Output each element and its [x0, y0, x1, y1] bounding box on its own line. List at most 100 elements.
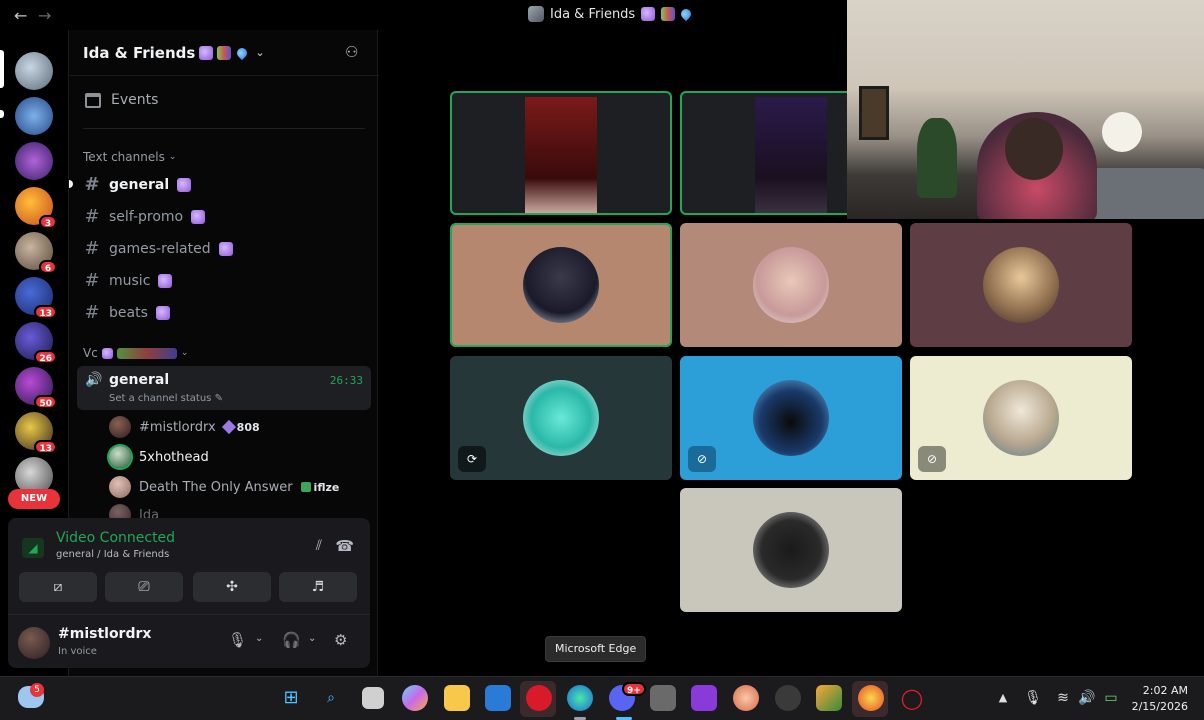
back-arrow-icon[interactable]: ← [14, 6, 27, 25]
channel-general[interactable]: # general [69, 174, 192, 195]
settings-gear-icon[interactable]: ⚙ [334, 631, 347, 649]
mention-badge: 6 [39, 260, 57, 274]
voice-channel-general[interactable]: 🔊 general 26:33 Set a channel status ✎ [77, 366, 371, 410]
chevron-up-icon[interactable]: ▲ [990, 685, 1016, 711]
channel-beats[interactable]: # beats [83, 302, 170, 323]
video-tile[interactable] [680, 488, 902, 612]
invite-people-icon[interactable]: ⚇ [345, 43, 365, 63]
person-head [1005, 118, 1063, 180]
call-timer: 26:33 [329, 374, 363, 387]
video-tile[interactable] [910, 223, 1132, 347]
video-tile[interactable] [450, 91, 672, 215]
opera-browser-icon[interactable]: ◯ [899, 685, 925, 711]
wall-picture [859, 86, 889, 140]
edge-icon[interactable] [567, 685, 593, 711]
volume-icon[interactable]: 🔊 [1074, 685, 1100, 711]
disconnect-icon[interactable]: ☎ [335, 537, 354, 555]
server-header[interactable]: Ida & Friends ⌄ [69, 30, 379, 76]
channel-games-related[interactable]: # games-related [83, 238, 233, 259]
camera-app-icon[interactable] [650, 685, 676, 711]
user-avatar[interactable] [18, 627, 50, 659]
video-tile[interactable]: ⟳ [450, 356, 672, 480]
video-tile[interactable]: ⊘ [680, 356, 902, 480]
voice-category[interactable]: Vc ⌄ [83, 346, 188, 360]
chevron-down-icon[interactable]: ⌄ [308, 633, 316, 644]
server-icon[interactable] [15, 52, 53, 90]
text-channels-category[interactable]: Text channels ⌄ [83, 150, 176, 164]
microphone-tray-icon[interactable]: 🎙 [1020, 685, 1046, 711]
clipchamp-icon[interactable] [691, 685, 717, 711]
video-tile[interactable] [450, 223, 672, 347]
server-name: Ida & Friends [83, 43, 196, 62]
calendar-icon [85, 92, 101, 108]
soundboard-icon: ♬ [311, 579, 325, 595]
events-item[interactable]: Events [85, 92, 158, 108]
outlook-icon[interactable] [485, 685, 511, 711]
app-icon[interactable] [733, 685, 759, 711]
chevron-down-icon[interactable]: ⌄ [255, 633, 263, 644]
camera-overlay[interactable] [847, 0, 1204, 219]
video-tile[interactable] [680, 223, 902, 347]
screen-share-icon: ⎚ [138, 579, 150, 595]
participant-avatar [753, 512, 829, 588]
voice-user-death-the-only-answer[interactable]: Death The Only Answer iflze [109, 476, 339, 498]
clock-time[interactable]: 2:02 AM [1130, 684, 1188, 697]
channel-status[interactable]: Set a channel status ✎ [109, 393, 223, 404]
clock-date[interactable]: 2/15/2026 [1126, 700, 1188, 713]
forward-arrow-icon[interactable]: → [38, 6, 51, 25]
server-icon[interactable]: 6 [15, 232, 57, 274]
server-icon[interactable] [15, 97, 53, 135]
server-icon[interactable]: 50 [15, 367, 57, 409]
server-icon[interactable]: 3 [15, 187, 57, 229]
server-icon[interactable]: 26 [15, 322, 57, 364]
emoji-strip-icon [116, 347, 177, 359]
copilot-icon[interactable] [402, 685, 428, 711]
server-icon[interactable]: 13 [15, 277, 57, 319]
server-icon[interactable]: 13 [15, 412, 57, 454]
droplet-icon [679, 6, 694, 22]
task-view-icon[interactable] [362, 687, 384, 709]
microphone-icon[interactable]: 🎙 [228, 631, 247, 649]
user-name[interactable]: #mistlordrx [58, 626, 151, 642]
voice-user-5xhothead[interactable]: 5xhothead [109, 446, 209, 468]
voice-channel-name: general [109, 372, 170, 388]
screen-share-button[interactable]: ⎚ [105, 572, 183, 602]
app-icon[interactable] [775, 685, 801, 711]
wifi-icon[interactable]: ≋ [1050, 685, 1076, 711]
file-explorer-icon[interactable] [444, 685, 470, 711]
plant [917, 118, 957, 198]
fl-studio-icon[interactable] [816, 685, 842, 711]
channel-music[interactable]: # music [83, 270, 173, 291]
video-tile[interactable]: ⊘ [910, 356, 1132, 480]
avatar [109, 446, 131, 468]
start-icon[interactable]: ⊞ [278, 685, 304, 711]
opera-icon[interactable] [858, 685, 884, 711]
emoji-icon [191, 209, 206, 224]
camera-feed [525, 97, 597, 213]
headphones-icon[interactable]: 🎧 [282, 631, 301, 649]
battery-icon[interactable]: ▭ [1098, 685, 1124, 711]
participant-avatar [523, 247, 599, 323]
noise-suppression-icon[interactable]: ⫽ [316, 538, 322, 554]
emoji-icon [158, 273, 173, 288]
camera-toggle-button[interactable]: ⧄ [19, 572, 97, 602]
opera-gx-icon[interactable] [526, 685, 552, 711]
search-icon[interactable]: ⌕ [318, 685, 344, 711]
avatar [109, 476, 131, 498]
emoji-icon [155, 305, 170, 320]
soundboard-button[interactable]: ♬ [279, 572, 357, 602]
video-connected-panel: ◢ Video Connected general / Ida & Friend… [8, 518, 370, 614]
emoji-icon [101, 347, 113, 359]
participant-avatar [523, 380, 599, 456]
server-icon[interactable] [15, 142, 53, 180]
hash-icon: # [84, 302, 100, 323]
signal-icon[interactable]: ◢ [22, 538, 44, 558]
chevron-down-icon: ⌄ [180, 348, 189, 358]
video-connected-subtitle[interactable]: general / Ida & Friends [56, 549, 169, 560]
user-tag: 808 [221, 419, 260, 435]
activities-button[interactable]: ✣ [193, 572, 271, 602]
new-badge[interactable]: NEW [8, 489, 60, 509]
voice-user-mistlordrx[interactable]: #mistlordrx 808 [109, 416, 260, 438]
participant-avatar [753, 247, 829, 323]
channel-self-promo[interactable]: # self-promo [83, 206, 206, 227]
